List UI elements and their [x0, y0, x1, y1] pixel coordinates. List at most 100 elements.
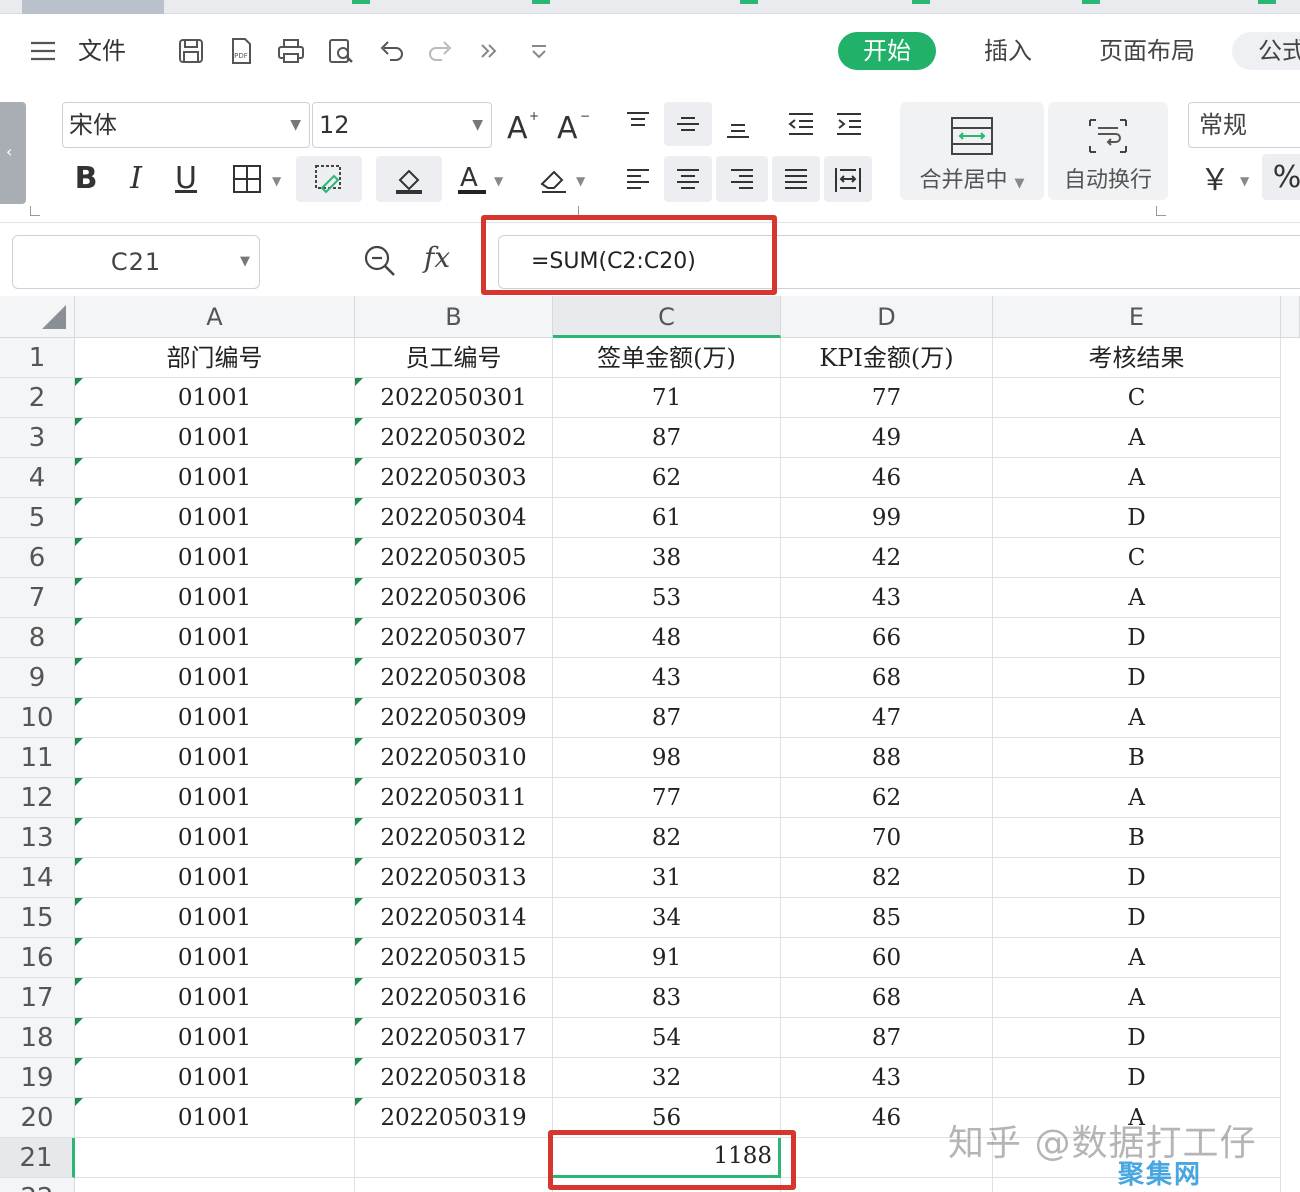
align-bottom-icon[interactable]: [716, 102, 760, 146]
cell-d11[interactable]: 88: [781, 738, 993, 778]
cell-a9[interactable]: 01001: [75, 658, 355, 698]
row-header-20[interactable]: 20: [0, 1098, 75, 1138]
cell-b8[interactable]: 2022050307: [355, 618, 553, 658]
print-icon[interactable]: [274, 34, 308, 68]
cell-b20[interactable]: 2022050319: [355, 1098, 553, 1138]
cell-c16[interactable]: 91: [553, 938, 781, 978]
currency-format-button[interactable]: ￥: [1194, 154, 1236, 200]
cell-a14[interactable]: 01001: [75, 858, 355, 898]
cell-d10[interactable]: 47: [781, 698, 993, 738]
more-double-chevron-icon[interactable]: [472, 34, 506, 68]
align-middle-icon[interactable]: [664, 102, 712, 146]
cell-d4[interactable]: 46: [781, 458, 993, 498]
cell-e13[interactable]: B: [993, 818, 1281, 858]
cell-c8[interactable]: 48: [553, 618, 781, 658]
font-color-icon[interactable]: A: [452, 156, 492, 202]
row-header-15[interactable]: 15: [0, 898, 75, 938]
cell-a7[interactable]: 01001: [75, 578, 355, 618]
cell-c11[interactable]: 98: [553, 738, 781, 778]
column-header-e[interactable]: E: [993, 296, 1281, 338]
cell-b18[interactable]: 2022050317: [355, 1018, 553, 1058]
cell-e8[interactable]: D: [993, 618, 1281, 658]
italic-button[interactable]: I: [114, 156, 158, 200]
tab-insert[interactable]: 插入: [970, 32, 1046, 70]
cell-a15[interactable]: 01001: [75, 898, 355, 938]
cell-a5[interactable]: 01001: [75, 498, 355, 538]
cell-c3[interactable]: 87: [553, 418, 781, 458]
chevron-down-icon[interactable]: ▼: [576, 174, 585, 188]
cell-b6[interactable]: 2022050305: [355, 538, 553, 578]
chevron-down-icon[interactable]: ▼: [1240, 174, 1249, 188]
cell-d6[interactable]: 42: [781, 538, 993, 578]
cell-c14[interactable]: 31: [553, 858, 781, 898]
cell-c13[interactable]: 82: [553, 818, 781, 858]
row-header-8[interactable]: 8: [0, 618, 75, 658]
cell-b14[interactable]: 2022050313: [355, 858, 553, 898]
fill-color-icon[interactable]: [376, 156, 442, 202]
cell-e18[interactable]: D: [993, 1018, 1281, 1058]
row-header-12[interactable]: 12: [0, 778, 75, 818]
tab-start[interactable]: 开始: [838, 32, 936, 70]
cell-b17[interactable]: 2022050316: [355, 978, 553, 1018]
ribbon-collapse-handle[interactable]: ‹: [0, 102, 26, 204]
column-header-b[interactable]: B: [355, 296, 553, 338]
cell-a13[interactable]: 01001: [75, 818, 355, 858]
cell-d1[interactable]: KPI金额(万): [781, 338, 993, 378]
cell-b2[interactable]: 2022050301: [355, 378, 553, 418]
row-header-16[interactable]: 16: [0, 938, 75, 978]
font-size-select[interactable]: 12 ▼: [312, 102, 492, 148]
cell-a4[interactable]: 01001: [75, 458, 355, 498]
cell-b5[interactable]: 2022050304: [355, 498, 553, 538]
row-header-7[interactable]: 7: [0, 578, 75, 618]
chevron-down-icon[interactable]: ▼: [272, 174, 281, 188]
cell-e2[interactable]: C: [993, 378, 1281, 418]
cell-d22[interactable]: [781, 1178, 993, 1192]
cell-b13[interactable]: 2022050312: [355, 818, 553, 858]
cell-e11[interactable]: B: [993, 738, 1281, 778]
row-header-3[interactable]: 3: [0, 418, 75, 458]
cell-a22[interactable]: [75, 1178, 355, 1192]
row-header-13[interactable]: 13: [0, 818, 75, 858]
cell-c7[interactable]: 53: [553, 578, 781, 618]
zoom-search-icon[interactable]: [362, 243, 398, 279]
cell-e10[interactable]: A: [993, 698, 1281, 738]
cell-e6[interactable]: C: [993, 538, 1281, 578]
cell-b10[interactable]: 2022050309: [355, 698, 553, 738]
cell-a19[interactable]: 01001: [75, 1058, 355, 1098]
row-header-1[interactable]: 1: [0, 338, 75, 378]
row-header-17[interactable]: 17: [0, 978, 75, 1018]
print-preview-icon[interactable]: [324, 34, 358, 68]
align-left-icon[interactable]: [616, 156, 660, 202]
cell-d13[interactable]: 70: [781, 818, 993, 858]
clear-format-eraser-icon[interactable]: [532, 156, 574, 202]
cell-b16[interactable]: 2022050315: [355, 938, 553, 978]
dialog-launcher-icon[interactable]: [1156, 206, 1166, 216]
percent-format-button[interactable]: %: [1262, 154, 1300, 200]
cell-c1[interactable]: 签单金额(万): [553, 338, 781, 378]
row-header-5[interactable]: 5: [0, 498, 75, 538]
cell-e1[interactable]: 考核结果: [993, 338, 1281, 378]
cell-d19[interactable]: 43: [781, 1058, 993, 1098]
cell-d18[interactable]: 87: [781, 1018, 993, 1058]
cell-d14[interactable]: 82: [781, 858, 993, 898]
cell-b3[interactable]: 2022050302: [355, 418, 553, 458]
number-format-select[interactable]: 常规: [1188, 102, 1300, 148]
cell-a8[interactable]: 01001: [75, 618, 355, 658]
cell-a2[interactable]: 01001: [75, 378, 355, 418]
tab-formula[interactable]: 公式: [1232, 32, 1300, 70]
cell-a1[interactable]: 部门编号: [75, 338, 355, 378]
cell-d5[interactable]: 99: [781, 498, 993, 538]
cell-c6[interactable]: 38: [553, 538, 781, 578]
cell-c10[interactable]: 87: [553, 698, 781, 738]
decrease-font-size-icon[interactable]: A −: [552, 104, 592, 146]
format-painter-fill-icon[interactable]: [296, 156, 362, 202]
cell-e16[interactable]: A: [993, 938, 1281, 978]
cell-b12[interactable]: 2022050311: [355, 778, 553, 818]
cell-e12[interactable]: A: [993, 778, 1281, 818]
cell-d7[interactable]: 43: [781, 578, 993, 618]
cell-a11[interactable]: 01001: [75, 738, 355, 778]
borders-icon[interactable]: [226, 158, 268, 200]
column-header-f[interactable]: [1281, 296, 1300, 338]
font-name-select[interactable]: 宋体 ▼: [62, 102, 310, 148]
row-header-6[interactable]: 6: [0, 538, 75, 578]
